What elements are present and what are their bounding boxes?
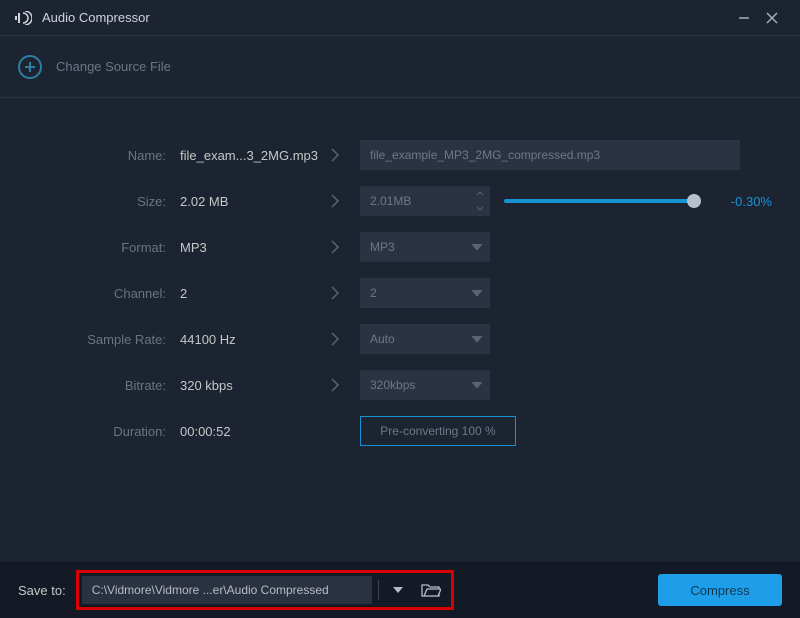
format-value: MP3 <box>180 240 310 255</box>
row-channel: Channel: 2 2 <box>0 270 772 316</box>
compress-button[interactable]: Compress <box>658 574 782 606</box>
folder-icon <box>421 583 441 597</box>
row-size: Size: 2.02 MB 2.01MB -0.30% <box>0 178 772 224</box>
size-label: Size: <box>0 194 180 209</box>
format-selected: MP3 <box>370 240 472 254</box>
size-value: 2.02 MB <box>180 194 310 209</box>
size-output: 2.01MB <box>360 194 470 208</box>
titlebar: Audio Compressor <box>0 0 800 36</box>
chevron-down-icon <box>472 244 482 250</box>
stepper-down-icon[interactable] <box>470 201 490 216</box>
chevron-right-icon <box>310 285 360 301</box>
close-button[interactable] <box>758 4 786 32</box>
sample-rate-select[interactable]: Auto <box>360 324 490 354</box>
chevron-down-icon <box>393 587 403 593</box>
chevron-down-icon <box>472 336 482 342</box>
row-name: Name: file_exam...3_2MG.mp3 <box>0 132 772 178</box>
minimize-button[interactable] <box>730 4 758 32</box>
sample-rate-selected: Auto <box>370 332 472 346</box>
chevron-down-icon <box>472 382 482 388</box>
stepper-up-icon[interactable] <box>470 186 490 201</box>
app-icon <box>14 11 32 25</box>
chevron-right-icon <box>310 331 360 347</box>
plus-circle-icon <box>18 55 42 79</box>
row-bitrate: Bitrate: 320 kbps 320kbps <box>0 362 772 408</box>
output-name-input[interactable] <box>360 140 740 170</box>
channel-label: Channel: <box>0 286 180 301</box>
size-percent: -0.30% <box>718 194 772 209</box>
bottombar: Save to: Compress <box>0 562 800 618</box>
change-source-row[interactable]: Change Source File <box>0 36 800 98</box>
separator <box>378 580 379 600</box>
channel-select[interactable]: 2 <box>360 278 490 308</box>
size-spinner[interactable]: 2.01MB <box>360 186 490 216</box>
channel-value: 2 <box>180 286 310 301</box>
row-sample-rate: Sample Rate: 44100 Hz Auto <box>0 316 772 362</box>
size-slider[interactable] <box>504 199 694 203</box>
row-format: Format: MP3 MP3 <box>0 224 772 270</box>
row-duration: Duration: 00:00:52 Pre-converting 100 % <box>0 408 772 454</box>
bitrate-selected: 320kbps <box>370 378 472 392</box>
window-title: Audio Compressor <box>42 10 150 25</box>
slider-thumb[interactable] <box>687 194 701 208</box>
save-to-highlight <box>76 570 454 610</box>
sample-rate-label: Sample Rate: <box>0 332 180 347</box>
sample-rate-value: 44100 Hz <box>180 332 310 347</box>
change-source-label: Change Source File <box>56 59 171 74</box>
chevron-right-icon <box>310 193 360 209</box>
format-select[interactable]: MP3 <box>360 232 490 262</box>
preconverting-status: Pre-converting 100 % <box>360 416 516 446</box>
save-to-label: Save to: <box>18 583 66 598</box>
name-label: Name: <box>0 148 180 163</box>
duration-label: Duration: <box>0 424 180 439</box>
open-folder-button[interactable] <box>417 577 445 603</box>
path-dropdown-button[interactable] <box>385 577 411 603</box>
format-label: Format: <box>0 240 180 255</box>
bitrate-value: 320 kbps <box>180 378 310 393</box>
chevron-right-icon <box>310 239 360 255</box>
bitrate-select[interactable]: 320kbps <box>360 370 490 400</box>
compress-label: Compress <box>690 583 749 598</box>
duration-value: 00:00:52 <box>180 424 310 439</box>
save-path-input[interactable] <box>82 576 372 604</box>
chevron-right-icon <box>310 147 360 163</box>
name-value: file_exam...3_2MG.mp3 <box>180 148 310 163</box>
chevron-down-icon <box>472 290 482 296</box>
bitrate-label: Bitrate: <box>0 378 180 393</box>
channel-selected: 2 <box>370 286 472 300</box>
chevron-right-icon <box>310 377 360 393</box>
form-area: Name: file_exam...3_2MG.mp3 Size: 2.02 M… <box>0 98 800 454</box>
